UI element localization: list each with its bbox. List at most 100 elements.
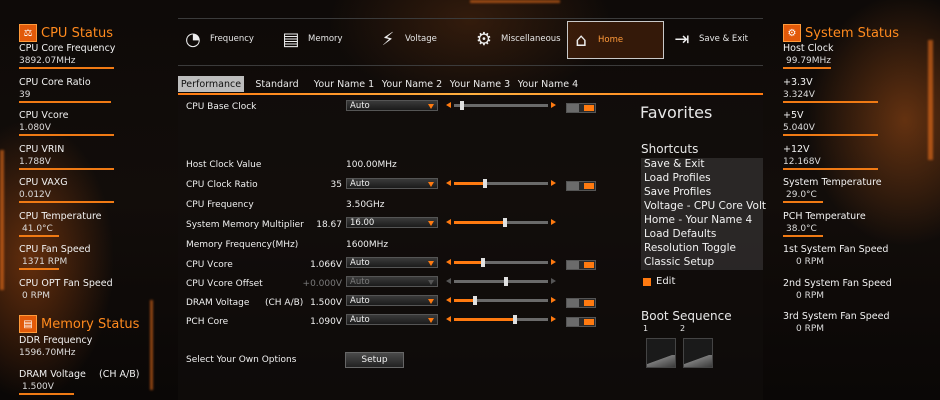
- gear-icon: ⚙: [475, 28, 493, 50]
- cpu-stat-label: CPU Core Ratio: [19, 77, 91, 88]
- cpu-stat-label: CPU Temperature: [19, 211, 102, 222]
- shortcut-item[interactable]: Save & Exit: [644, 158, 705, 170]
- dram-voltage-dropdown[interactable]: Auto: [346, 295, 438, 306]
- system-stat-value: 99.79MHz: [786, 56, 832, 66]
- cpu-stat-value: 1.080V: [19, 123, 51, 133]
- cpu-clock-ratio-slider[interactable]: [446, 179, 556, 188]
- edit-link[interactable]: Edit: [656, 276, 675, 287]
- pch-core-current: 1.090V: [310, 317, 342, 327]
- nav-tab-4[interactable]: ⌂ Home: [567, 21, 664, 59]
- arrow-right-icon: [551, 219, 556, 225]
- cpu-vcore-current: 1.066V: [310, 260, 342, 270]
- slider-knob[interactable]: [483, 179, 487, 188]
- cpu-stat-label: CPU Fan Speed: [19, 244, 91, 255]
- cpu-vcore-offset-slider[interactable]: [446, 277, 556, 286]
- system-stat-label: +12V: [783, 144, 810, 155]
- shortcut-item[interactable]: Load Profiles: [644, 172, 711, 184]
- boot-slot-1[interactable]: [646, 338, 676, 368]
- background-glow: [928, 40, 933, 160]
- cpu-vcore-toggle[interactable]: [566, 260, 596, 270]
- stat-underline: [19, 393, 74, 395]
- dram-voltage-toggle[interactable]: [566, 298, 596, 308]
- shortcut-item[interactable]: Home - Your Name 4: [644, 214, 752, 226]
- subtab-5[interactable]: Your Name 4: [516, 76, 580, 92]
- slider-knob[interactable]: [460, 101, 464, 110]
- slider-fill: [454, 318, 514, 321]
- cpu-clock-ratio-toggle[interactable]: [566, 181, 596, 191]
- toggle-off: [567, 104, 579, 112]
- shortcut-item[interactable]: Load Defaults: [644, 228, 716, 240]
- chevron-down-icon: [428, 104, 434, 109]
- nav-tab-2[interactable]: ⚡ Voltage: [375, 21, 467, 57]
- gauge-icon: ◔: [185, 28, 201, 50]
- slider-knob[interactable]: [503, 218, 507, 227]
- boot-slot-2[interactable]: [683, 338, 713, 368]
- cpu-vcore-dropdown[interactable]: Auto: [346, 257, 438, 268]
- stat-underline: [19, 101, 111, 103]
- dram-voltage-slider[interactable]: [446, 296, 556, 305]
- slider-knob[interactable]: [504, 277, 508, 286]
- cpu-stat-value: 39: [19, 90, 31, 100]
- arrow-left-icon: [446, 102, 451, 108]
- stat-underline: [19, 67, 114, 69]
- cpu-clock-ratio-dropdown[interactable]: Auto: [346, 178, 438, 189]
- chevron-down-icon: [428, 261, 434, 266]
- cpu-base-clock-slider[interactable]: [446, 101, 556, 110]
- cpu-stat-label: CPU VRIN: [19, 144, 65, 155]
- nav-tab-0[interactable]: ◔ Frequency: [180, 21, 272, 57]
- cpu-stat-value: 41.0°C: [22, 224, 53, 234]
- slider-knob[interactable]: [473, 296, 477, 305]
- slider-knob[interactable]: [481, 258, 485, 267]
- memory-multiplier-slider[interactable]: [446, 218, 556, 227]
- slider-knob[interactable]: [513, 315, 517, 324]
- nav-tab-label: Voltage: [405, 34, 437, 44]
- host-clock-value: 100.00MHz: [346, 160, 397, 170]
- toggle-on: [584, 183, 594, 189]
- host-clock-label: Host Clock Value: [186, 160, 262, 170]
- nav-tab-1[interactable]: ▤ Memory: [278, 21, 370, 57]
- chevron-down-icon: [428, 221, 434, 226]
- shortcut-item[interactable]: Voltage - CPU Core Volt: [644, 200, 766, 212]
- memory-multiplier-label: System Memory Multiplier: [186, 220, 304, 230]
- subtab-1[interactable]: Standard: [246, 76, 308, 92]
- stat-underline: [19, 235, 59, 237]
- cpu-vcore-offset-current: +0.000V: [302, 279, 342, 289]
- cpu-stat-value: 1.788V: [19, 157, 51, 167]
- toggle-off: [567, 318, 579, 326]
- shortcut-item[interactable]: Resolution Toggle: [644, 242, 736, 254]
- cpu-base-clock-label: CPU Base Clock: [186, 102, 257, 112]
- system-stat-label: +5V: [783, 110, 804, 121]
- shortcuts-title: Shortcuts: [641, 142, 699, 156]
- cpu-vcore-slider[interactable]: [446, 258, 556, 267]
- setup-button[interactable]: Setup: [345, 352, 404, 368]
- subtab-3[interactable]: Your Name 2: [380, 76, 444, 92]
- shortcut-item[interactable]: Classic Setup: [644, 256, 714, 268]
- subtab-4[interactable]: Your Name 3: [447, 76, 513, 92]
- memory-multiplier-dropdown[interactable]: 16.00: [346, 217, 438, 228]
- pch-core-slider[interactable]: [446, 315, 556, 324]
- exit-icon: ⇥: [674, 28, 690, 50]
- pch-core-label: PCH Core: [186, 317, 229, 327]
- system-stat-value: 0 RPM: [796, 324, 825, 334]
- stat-underline: [19, 168, 114, 170]
- chevron-down-icon: [428, 299, 434, 304]
- nav-tab-5[interactable]: ⇥ Save & Exit: [669, 21, 761, 57]
- chevron-down-icon: [428, 280, 434, 285]
- cpu-base-clock-dropdown[interactable]: Auto: [346, 100, 438, 111]
- select-options-label: Select Your Own Options: [186, 355, 297, 365]
- slider-track: [454, 104, 548, 107]
- cpu-vcore-offset-dropdown[interactable]: Auto: [346, 276, 438, 287]
- slider-fill: [454, 182, 484, 185]
- background-glow: [150, 300, 153, 390]
- pch-core-toggle[interactable]: [566, 317, 596, 327]
- pch-core-dropdown[interactable]: Auto: [346, 314, 438, 325]
- cpu-base-clock-toggle[interactable]: [566, 103, 596, 113]
- nav-tab-3[interactable]: ⚙ Miscellaneous: [471, 21, 563, 57]
- shortcut-item[interactable]: Save Profiles: [644, 186, 711, 198]
- stat-underline: [783, 67, 831, 69]
- system-stat-value: 0 RPM: [796, 291, 825, 301]
- toggle-off: [567, 261, 579, 269]
- subtab-0[interactable]: Performance: [178, 76, 244, 92]
- memory-multiplier-current: 18.67: [316, 220, 342, 230]
- subtab-2[interactable]: Your Name 1: [312, 76, 376, 92]
